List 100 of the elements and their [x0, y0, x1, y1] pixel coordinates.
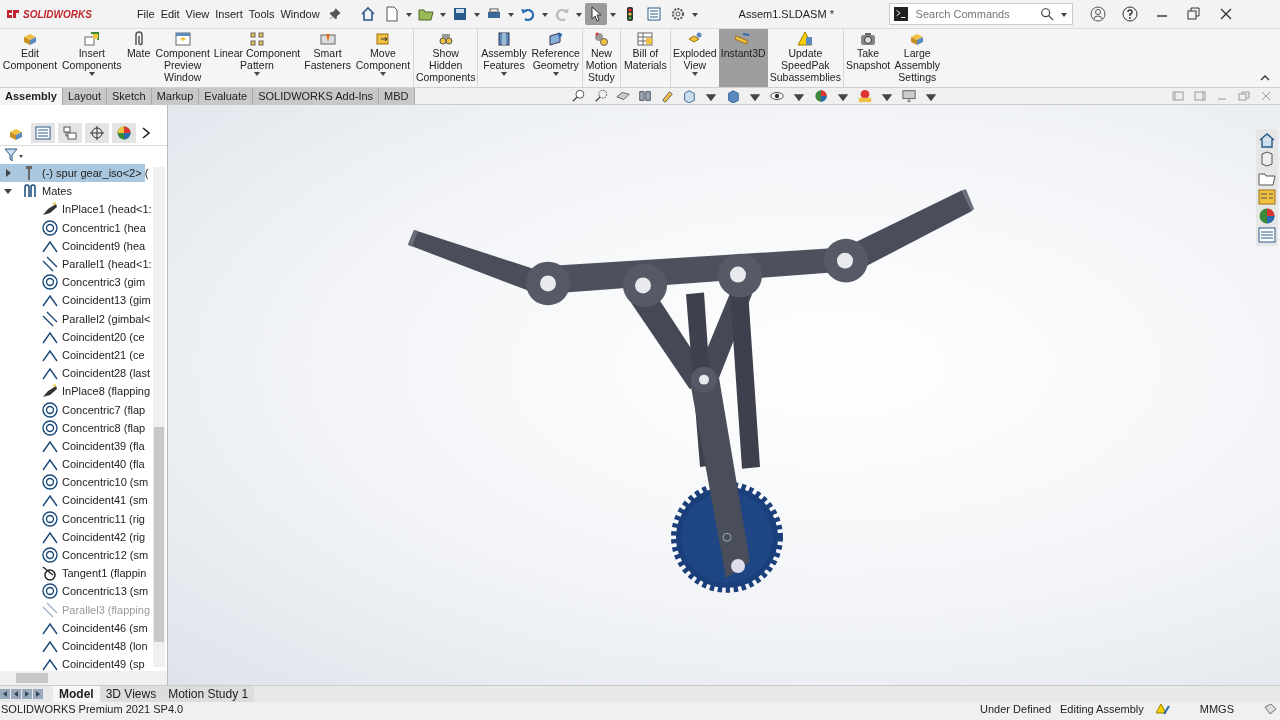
ribbon-button[interactable]: Insert Components [60, 29, 124, 87]
document-title: Assem1.SLDASM * [738, 8, 835, 20]
ribbon-button[interactable]: Take Snapshot [842, 29, 893, 87]
dimxpert-tab[interactable] [85, 123, 109, 143]
ribbon-button[interactable]: Exploded View [669, 29, 719, 87]
tree-item[interactable]: Concentric7 (flap [62, 403, 146, 416]
appearance-icon[interactable] [812, 89, 829, 103]
ribbon-button[interactable]: Linear Component Pattern [211, 29, 303, 87]
tree-item[interactable]: Coincident41 (sm [62, 494, 148, 507]
tree-row[interactable]: Mates [0, 182, 151, 201]
tree-item[interactable]: Coincident40 (fla [62, 458, 145, 471]
ribbon-button[interactable]: Bill of Materials [619, 29, 670, 87]
concentric-mate-icon [42, 401, 58, 418]
tree-item[interactable]: Coincident13 (gim [62, 294, 151, 307]
tree-item[interactable]: Concentric13 (sm [62, 585, 149, 598]
parts-library-icon[interactable] [1258, 150, 1276, 168]
menu-item[interactable]: Tools [245, 8, 278, 20]
tree-item[interactable]: InPlace1 (head<1: [62, 203, 152, 216]
dropdown-caret-icon[interactable] [608, 10, 617, 18]
tree-item[interactable]: Coincident46 (sm [62, 621, 148, 634]
tree-item[interactable]: Concentric10 (sm [62, 476, 149, 489]
dropdown-caret-icon[interactable] [574, 10, 583, 18]
tree-item[interactable]: Coincident21 (ce [62, 348, 145, 361]
model-tab[interactable]: Motion Study 1 [162, 685, 255, 703]
model-tab[interactable]: 3D Views [99, 685, 163, 703]
tree-item[interactable]: Parallel2 (gimbal< [62, 312, 151, 325]
ribbon-button[interactable]: Reference Geometry [529, 29, 582, 87]
ribbon-button[interactable]: Mate [123, 29, 154, 87]
tree-item[interactable]: Coincident48 (lon [62, 639, 148, 652]
tree-item[interactable]: Concentric11 (rig [62, 512, 145, 525]
scrollbar[interactable] [153, 167, 165, 667]
section-view-icon[interactable] [636, 89, 653, 103]
monitor-icon[interactable] [900, 89, 917, 103]
rebuild-warning-icon[interactable] [1155, 702, 1170, 715]
tree-item[interactable]: Coincident20 (ce [62, 330, 145, 343]
ribbon-button[interactable]: Smart Fasteners [302, 29, 353, 87]
tree-item[interactable]: Mates [42, 185, 72, 198]
menu-item[interactable]: Insert [212, 8, 246, 20]
custom-properties-icon[interactable] [1258, 226, 1276, 244]
search-bar[interactable]: Search Commands [888, 3, 1073, 25]
restore-icon[interactable] [1184, 5, 1203, 23]
menu-item[interactable]: View [182, 8, 213, 20]
ribbon-button[interactable]: New Motion Study [581, 29, 620, 87]
collapse-arrow-icon[interactable] [4, 187, 12, 196]
chevron-right-icon[interactable] [141, 127, 151, 139]
scene-icon[interactable] [856, 89, 873, 103]
dropdown-caret-icon[interactable] [404, 10, 413, 18]
scrollbar[interactable] [0, 671, 167, 685]
dropdown-caret-icon[interactable] [540, 10, 549, 18]
scrollbar-thumb[interactable] [16, 673, 48, 683]
file-explorer-icon[interactable] [1258, 188, 1276, 206]
menu-item[interactable]: File [133, 8, 158, 20]
property-manager-tab[interactable] [31, 123, 55, 143]
dropdown-caret-icon[interactable] [506, 10, 515, 18]
tree-item[interactable]: Coincident39 (fla [62, 439, 145, 452]
ribbon-button[interactable]: Edit Component [0, 29, 60, 87]
tree-item[interactable]: Concentric12 (sm [62, 549, 149, 562]
tree-item[interactable]: Coincident49 (sp [62, 658, 145, 671]
ribbon-button[interactable]: Large Assembly Settings [892, 29, 943, 87]
previous-icon[interactable] [11, 689, 21, 699]
ribbon-button[interactable]: Update SpeedPak Subassemblies [767, 29, 843, 87]
dropdown-caret-icon[interactable] [690, 10, 699, 18]
tree-item[interactable]: Parallel1 (head<1: [62, 258, 152, 271]
next-icon[interactable] [22, 689, 32, 699]
zoom-to-fit-icon[interactable] [570, 89, 587, 103]
dropdown-caret-icon[interactable] [438, 10, 447, 18]
tree-item[interactable]: InPlace8 (flapping [62, 385, 151, 398]
tree-item[interactable]: Tangent1 (flappin [62, 567, 147, 580]
tree-item[interactable]: Concentric1 (hea [62, 221, 146, 234]
ribbon-button[interactable]: Component Preview Window [153, 29, 212, 87]
model-tab[interactable]: Model [53, 685, 100, 703]
tree-item[interactable]: Coincident9 (hea [62, 239, 146, 252]
visibility-eye-icon[interactable] [768, 89, 785, 103]
ribbon-button[interactable]: Assembly Features [477, 29, 530, 87]
home-icon[interactable] [1258, 131, 1276, 149]
display-manager-tab[interactable] [112, 123, 136, 143]
tree-item[interactable]: Concentric8 (flap [62, 421, 146, 434]
help-icon[interactable] [1120, 5, 1139, 23]
menu-item[interactable]: Edit [157, 8, 183, 20]
user-icon[interactable] [1088, 5, 1107, 23]
ribbon-button[interactable]: Instant3D [718, 29, 768, 87]
last-page-icon[interactable] [33, 689, 43, 699]
first-page-icon[interactable] [0, 689, 10, 699]
collapse-ribbon-icon[interactable] [1260, 75, 1270, 81]
expand-arrow-icon[interactable] [4, 169, 12, 178]
appearance-icon[interactable] [1258, 207, 1276, 225]
tree-item[interactable]: Coincident28 (last [62, 367, 151, 380]
comment-icon[interactable] [1264, 702, 1276, 715]
units-selector[interactable]: MMGS [1199, 702, 1234, 715]
ribbon-button[interactable]: Move Component [352, 29, 413, 87]
tree-item[interactable]: Coincident42 (rig [62, 530, 146, 543]
configuration-tab[interactable] [58, 123, 82, 143]
pin-icon[interactable] [328, 8, 341, 20]
dropdown-caret-icon[interactable] [472, 10, 481, 18]
ribbon-button[interactable]: Show Hidden Components [412, 29, 478, 87]
menu-item[interactable]: Window [277, 8, 323, 20]
tree-item[interactable]: Concentric3 (gim [62, 276, 146, 289]
scrollbar-thumb[interactable] [154, 427, 164, 642]
filter-icon[interactable] [4, 147, 24, 163]
search-field[interactable]: Search Commands [913, 7, 1034, 21]
